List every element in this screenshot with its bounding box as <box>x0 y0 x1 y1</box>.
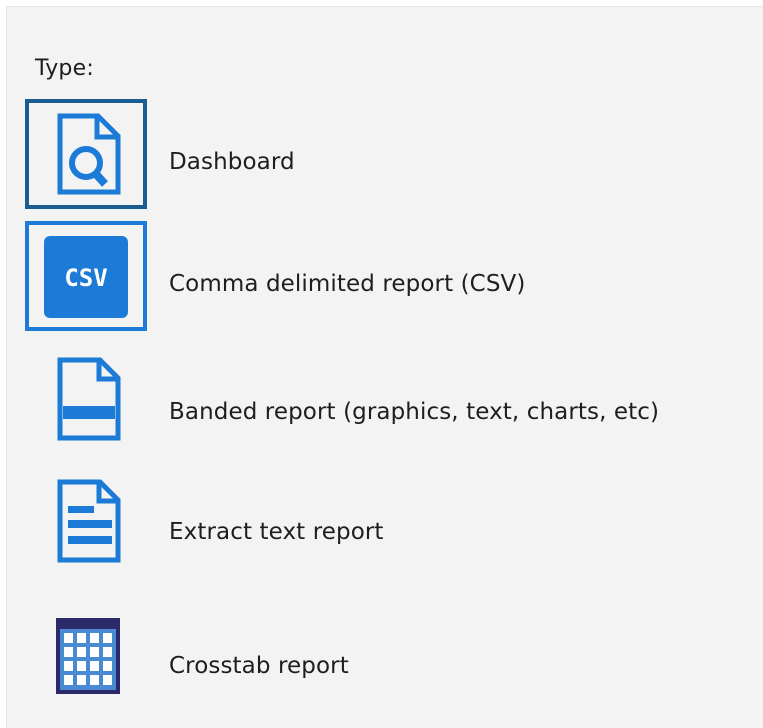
option-extract-text-report-icon-frame[interactable] <box>25 465 147 575</box>
option-crosstab-report[interactable]: Crosstab report <box>19 603 759 715</box>
option-extract-text-report-label: Extract text report <box>169 519 384 545</box>
option-csv[interactable]: CSV Comma delimited report (CSV) <box>19 221 759 333</box>
option-csv-label: Comma delimited report (CSV) <box>169 271 526 297</box>
extract-text-report-icon <box>57 479 121 563</box>
option-csv-icon-frame[interactable]: CSV <box>25 221 147 331</box>
csv-icon: CSV <box>44 236 128 318</box>
csv-icon-text: CSV <box>64 264 107 292</box>
crosstab-grid-icon <box>56 618 120 694</box>
type-label: Type: <box>35 56 94 81</box>
option-dashboard[interactable]: Dashboard <box>19 99 759 211</box>
report-type-panel: Type: Dashboard CSV Comma delimited repo… <box>6 6 763 728</box>
option-dashboard-label: Dashboard <box>169 149 295 175</box>
option-extract-text-report[interactable]: Extract text report <box>19 465 759 577</box>
option-banded-report-label: Banded report (graphics, text, charts, e… <box>169 399 660 425</box>
option-banded-report[interactable]: Banded report (graphics, text, charts, e… <box>19 343 759 455</box>
option-banded-report-icon-frame[interactable] <box>25 343 147 453</box>
dashboard-magnifier-icon <box>57 113 121 195</box>
option-dashboard-icon-frame[interactable] <box>25 99 147 209</box>
option-crosstab-report-label: Crosstab report <box>169 653 349 679</box>
banded-report-icon <box>57 357 121 441</box>
option-crosstab-report-icon-frame[interactable] <box>25 603 147 713</box>
